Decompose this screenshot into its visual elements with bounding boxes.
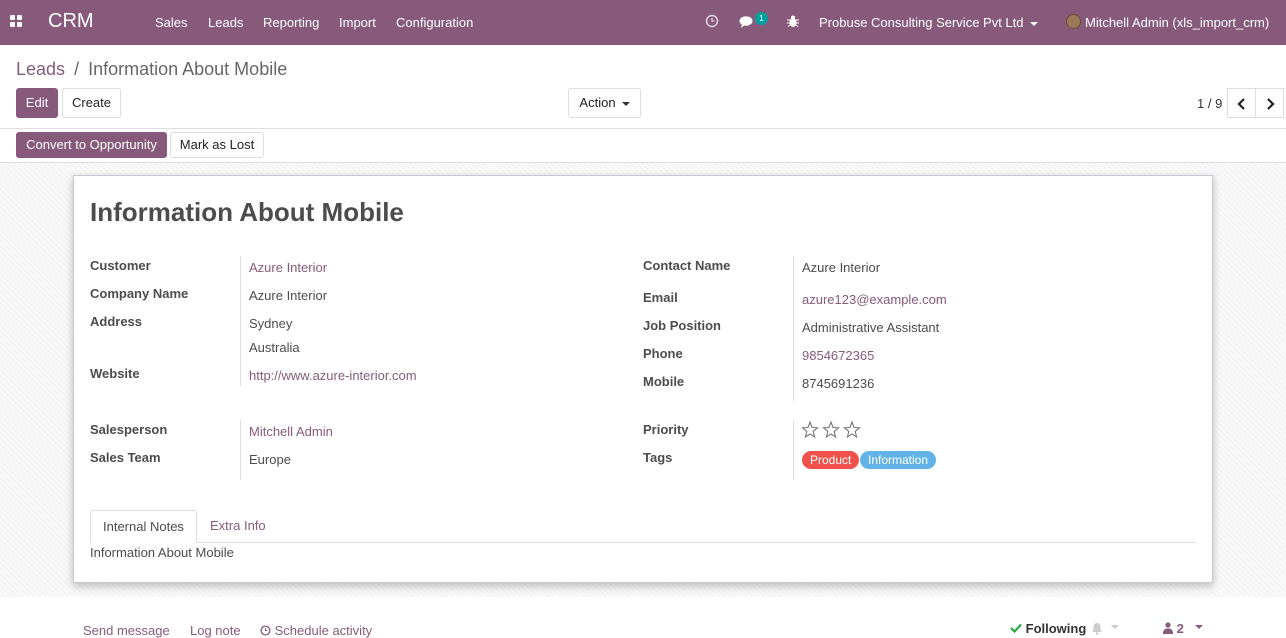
following-label: Following: [1025, 621, 1087, 636]
avatar[interactable]: [1066, 14, 1081, 29]
tab-extra-info[interactable]: Extra Info: [198, 510, 278, 543]
log-note-button[interactable]: Log note: [190, 623, 241, 638]
star-icon-group: [801, 420, 861, 439]
website-field[interactable]: http://www.azure-interior.com: [249, 368, 417, 383]
company-name-label: Company Name: [90, 286, 189, 301]
star-icon: [801, 420, 819, 439]
bell-icon[interactable]: [1091, 622, 1103, 635]
bug-icon[interactable]: [787, 14, 799, 28]
menu-reporting[interactable]: Reporting: [263, 15, 319, 30]
caret-down-icon: [621, 101, 630, 106]
user-icon: [1163, 622, 1173, 634]
edit-button[interactable]: Edit: [16, 88, 58, 118]
breadcrumb-leads[interactable]: Leads: [16, 59, 65, 79]
priority-label: Priority: [643, 422, 689, 437]
check-icon: [1010, 623, 1022, 634]
job-position-label: Job Position: [643, 318, 721, 333]
breadcrumb: Leads / Information About Mobile: [16, 59, 287, 80]
address-city-field[interactable]: Sydney: [249, 316, 292, 331]
phone-label: Phone: [643, 346, 683, 361]
field-separator: [793, 420, 794, 480]
tag-information[interactable]: Information: [860, 451, 937, 469]
phone-field[interactable]: 9854672365: [802, 348, 874, 363]
address-country-field[interactable]: Australia: [249, 340, 300, 355]
mobile-label: Mobile: [643, 374, 685, 389]
address-label: Address: [90, 314, 143, 329]
mark-as-lost-button[interactable]: Mark as Lost: [170, 132, 264, 158]
breadcrumb-separator: /: [74, 59, 80, 79]
tags-label: Tags: [643, 450, 673, 465]
email-label: Email: [643, 290, 678, 305]
website-label: Website: [90, 366, 140, 381]
menu-configuration[interactable]: Configuration: [396, 15, 473, 30]
schedule-activity-button[interactable]: Schedule activity: [260, 623, 372, 638]
message-count-badge: 1: [755, 12, 768, 25]
pager-next-button[interactable]: [1255, 88, 1284, 118]
top-navbar: CRM Sales Leads Reporting Import Configu…: [0, 0, 1286, 45]
menu-import[interactable]: Import: [339, 15, 376, 30]
action-label: Action: [579, 95, 616, 110]
chevron-down-icon[interactable]: [1195, 625, 1203, 630]
chevron-right-icon: [1267, 98, 1275, 110]
company-switcher[interactable]: Probuse Consulting Service Pvt Ltd: [819, 15, 1038, 30]
send-message-button[interactable]: Send message: [83, 623, 170, 638]
tab-internal-notes[interactable]: Internal Notes: [90, 510, 197, 543]
divider: [0, 128, 1286, 129]
breadcrumb-current: Information About Mobile: [88, 59, 288, 79]
clock-icon[interactable]: [705, 14, 719, 28]
salesperson-field[interactable]: Mitchell Admin: [249, 424, 333, 439]
menu-sales[interactable]: Sales: [155, 15, 188, 30]
sales-team-field[interactable]: Europe: [249, 452, 291, 467]
followers-count: 2: [1176, 621, 1184, 636]
contact-name-label: Contact Name: [643, 258, 731, 273]
mobile-field[interactable]: 8745691236: [802, 376, 874, 391]
sales-team-label: Sales Team: [90, 450, 161, 465]
internal-notes-content[interactable]: Information About Mobile: [90, 545, 234, 560]
pager-previous-button[interactable]: [1227, 88, 1256, 118]
field-separator: [793, 256, 794, 401]
chevron-down-icon: [1029, 21, 1038, 26]
chat-icon[interactable]: [739, 15, 755, 28]
chevron-left-icon: [1237, 98, 1245, 110]
form-sheet: Information About Mobile Customer Azure …: [73, 175, 1213, 583]
menu-leads[interactable]: Leads: [208, 15, 243, 30]
user-menu[interactable]: Mitchell Admin (xls_import_crm): [1085, 15, 1269, 30]
pager-value[interactable]: 1 / 9: [1197, 96, 1222, 111]
salesperson-label: Salesperson: [90, 422, 168, 437]
contact-name-field[interactable]: Azure Interior: [802, 260, 880, 275]
schedule-activity-label: Schedule activity: [274, 623, 373, 638]
star-icon: [822, 420, 840, 439]
field-separator: [240, 256, 241, 386]
followers-button[interactable]: 2: [1163, 621, 1184, 636]
customer-label: Customer: [90, 258, 151, 273]
priority-stars[interactable]: [801, 420, 866, 442]
lead-title[interactable]: Information About Mobile: [90, 197, 404, 228]
job-position-field[interactable]: Administrative Assistant: [802, 320, 939, 335]
company-name: Probuse Consulting Service Pvt Ltd: [819, 15, 1024, 30]
email-field[interactable]: azure123@example.com: [802, 292, 947, 307]
customer-field[interactable]: Azure Interior: [249, 260, 327, 275]
company-name-field[interactable]: Azure Interior: [249, 288, 327, 303]
chevron-down-icon[interactable]: [1111, 625, 1119, 630]
action-dropdown[interactable]: Action: [568, 88, 641, 118]
clock-icon: [260, 625, 271, 636]
following-button[interactable]: Following: [1010, 621, 1086, 636]
star-icon: [843, 420, 861, 439]
tag-product[interactable]: Product: [802, 451, 860, 469]
app-brand[interactable]: CRM: [48, 10, 94, 33]
convert-to-opportunity-button[interactable]: Convert to Opportunity: [16, 132, 167, 158]
field-separator: [240, 420, 241, 480]
apps-icon[interactable]: [10, 15, 23, 28]
create-button[interactable]: Create: [62, 88, 121, 118]
